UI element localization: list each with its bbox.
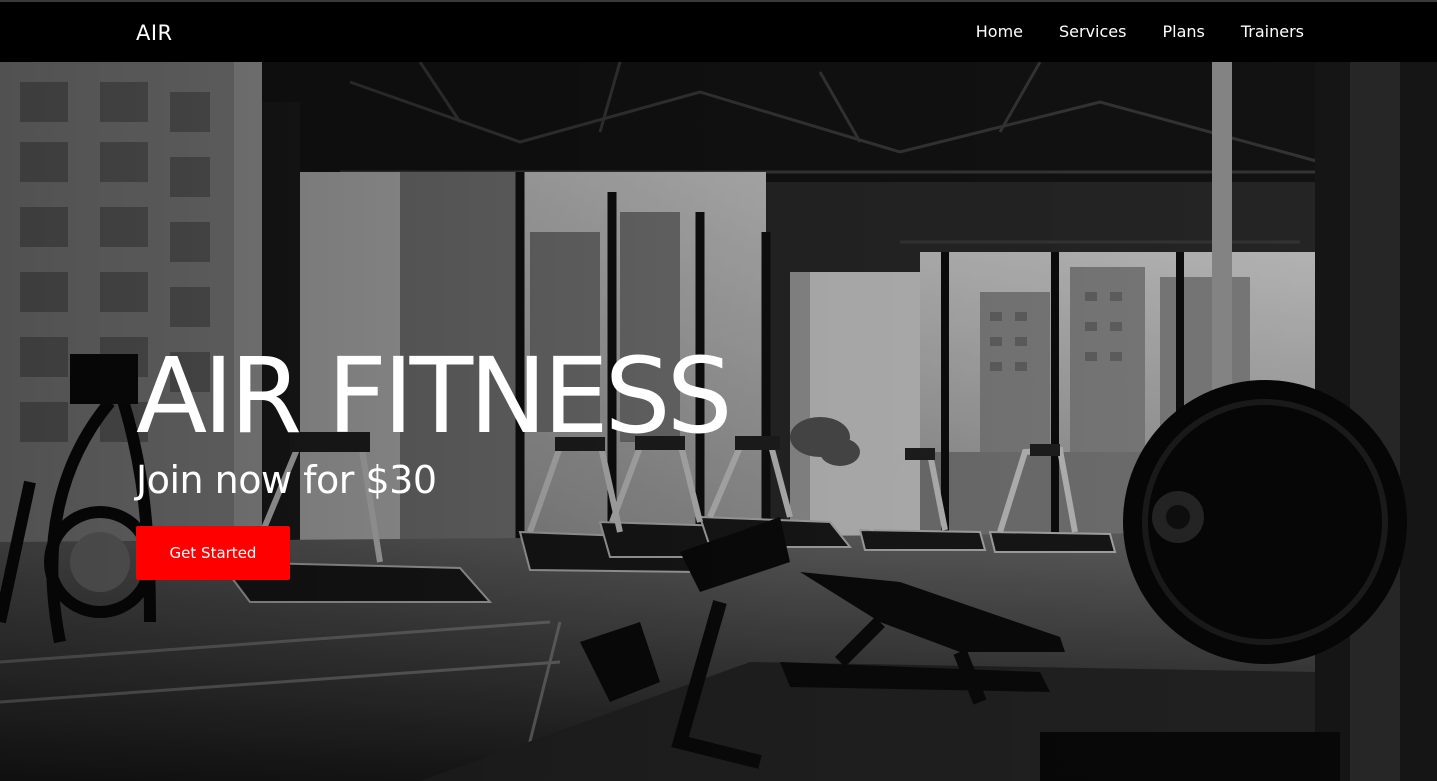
nav-item-plans: Plans bbox=[1162, 22, 1204, 41]
hero-subtitle: Join now for $30 bbox=[136, 458, 437, 502]
hero-content: AIR FITNESS Join now for $30 Get Started bbox=[136, 335, 733, 580]
nav-link-home[interactable]: Home bbox=[976, 22, 1023, 41]
nav-item-home: Home bbox=[976, 22, 1023, 41]
hero-title: AIR FITNESS bbox=[136, 335, 733, 457]
nav-links: Home Services Plans Trainers bbox=[976, 22, 1304, 41]
navbar: AIR Home Services Plans Trainers bbox=[0, 0, 1437, 62]
nav-item-trainers: Trainers bbox=[1241, 22, 1304, 41]
get-started-button[interactable]: Get Started bbox=[136, 526, 290, 580]
nav-item-services: Services bbox=[1059, 22, 1126, 41]
nav-link-trainers[interactable]: Trainers bbox=[1241, 22, 1304, 41]
nav-link-plans[interactable]: Plans bbox=[1162, 22, 1204, 41]
page: AIR Home Services Plans Trainers AIR FIT… bbox=[0, 0, 1437, 781]
nav-link-services[interactable]: Services bbox=[1059, 22, 1126, 41]
hero-section: AIR FITNESS Join now for $30 Get Started bbox=[0, 62, 1437, 781]
logo-link[interactable]: AIR bbox=[136, 21, 173, 45]
